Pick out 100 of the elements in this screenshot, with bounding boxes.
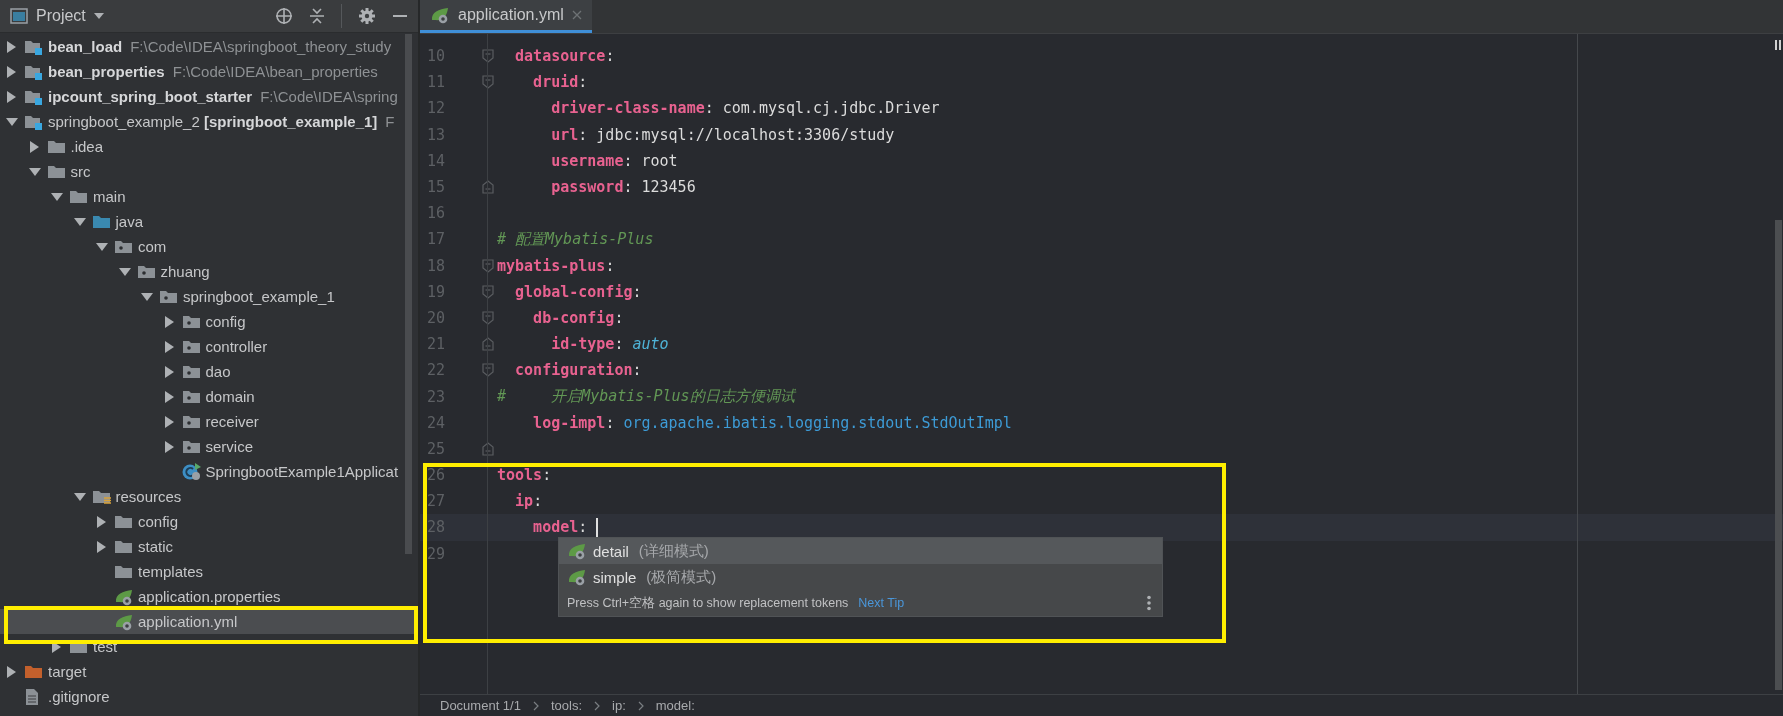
scrollbar-thumb[interactable] xyxy=(1775,220,1782,690)
fold-marker-icon[interactable] xyxy=(482,180,494,195)
project-view-selector[interactable]: Project xyxy=(10,7,104,25)
hint-text: Press Ctrl+空格 again to show replacement tokens xyxy=(567,594,849,612)
expanded-arrow-icon[interactable] xyxy=(118,265,131,278)
fold-marker-icon[interactable] xyxy=(482,310,494,325)
folder-icon xyxy=(69,188,89,205)
breadcrumb-item[interactable]: Document 1/1 xyxy=(440,698,521,713)
tree-item[interactable]: springboot_example_1 xyxy=(0,284,418,309)
collapse-all-icon[interactable] xyxy=(309,7,325,25)
module-folder-icon xyxy=(24,113,44,130)
resources-folder-icon xyxy=(91,488,112,505)
fold-marker-icon[interactable] xyxy=(482,441,494,456)
tree-item[interactable]: springboot_example_2 [springboot_example_1] F xyxy=(0,109,418,134)
tree-item[interactable]: target xyxy=(0,659,418,684)
code-line: id-type: auto xyxy=(550,335,669,354)
breadcrumb-item[interactable]: model: xyxy=(655,698,695,713)
editor-tab[interactable]: application.yml xyxy=(420,0,592,33)
tree-item[interactable]: main xyxy=(0,184,418,209)
folder-icon xyxy=(114,513,134,530)
collapsed-arrow-icon[interactable] xyxy=(6,90,18,103)
breadcrumb-item[interactable]: ip: xyxy=(612,698,626,713)
tree-item[interactable]: config xyxy=(0,309,418,334)
tree-item[interactable]: service xyxy=(0,434,418,459)
fold-marker-icon[interactable] xyxy=(482,49,494,64)
spring-leaf-icon xyxy=(567,542,587,560)
expanded-arrow-icon[interactable] xyxy=(96,240,108,253)
code-line: druid: xyxy=(532,73,588,92)
tree-item[interactable]: .idea xyxy=(0,134,418,159)
collapsed-arrow-icon[interactable] xyxy=(163,315,176,328)
module-folder-icon xyxy=(24,63,44,80)
code-line: url: jdbc:mysql://localhost:3306/study xyxy=(550,125,895,144)
tree-item[interactable]: .gitignore xyxy=(0,684,418,709)
expanded-arrow-icon[interactable] xyxy=(51,190,63,203)
tree-item[interactable]: application.properties xyxy=(0,584,418,609)
collapsed-arrow-icon[interactable] xyxy=(163,440,176,453)
folder-icon xyxy=(114,538,134,555)
expanded-arrow-icon[interactable] xyxy=(141,290,153,303)
collapsed-arrow-icon[interactable] xyxy=(163,390,176,403)
tree-item[interactable]: SpringbootExample1Applicat xyxy=(0,459,418,484)
tree-item[interactable]: bean_properties F:\Code\IDEA\bean_properties xyxy=(0,59,418,84)
completion-item[interactable]: simple (极简模式) xyxy=(559,564,1162,590)
chevron-icon xyxy=(637,700,644,711)
scrollbar-thumb[interactable] xyxy=(405,34,412,554)
code-line: configuration: xyxy=(514,361,642,380)
tree-item[interactable]: ipcount_spring_boot_starter F:\Code\IDEA\spring xyxy=(0,84,418,109)
code-line: tools: xyxy=(497,466,552,485)
reader-mode-icon[interactable] xyxy=(1775,40,1781,50)
tree-item[interactable]: com xyxy=(0,234,418,259)
collapsed-arrow-icon[interactable] xyxy=(163,415,176,428)
spring-leaf-icon xyxy=(114,612,134,631)
settings-icon[interactable] xyxy=(358,7,376,25)
code-line: password: 123456 xyxy=(550,178,696,197)
collapsed-arrow-icon[interactable] xyxy=(6,40,18,53)
tree-item[interactable]: resources xyxy=(0,484,418,509)
module-folder-icon xyxy=(24,88,44,105)
code-line: mybatis-plus: xyxy=(497,256,615,275)
fold-marker-icon[interactable] xyxy=(482,363,494,378)
fold-marker-icon[interactable] xyxy=(482,75,494,90)
tree-item[interactable]: test xyxy=(0,634,418,659)
tree-item[interactable]: zhuang xyxy=(0,259,418,284)
expanded-arrow-icon[interactable] xyxy=(6,115,18,128)
tree-item[interactable]: dao xyxy=(0,359,418,384)
tree-item[interactable]: static xyxy=(0,534,418,559)
tree-item[interactable]: receiver xyxy=(0,409,418,434)
tree-item[interactable]: src xyxy=(0,159,418,184)
breadcrumb-item[interactable]: tools: xyxy=(550,698,582,713)
collapsed-arrow-icon[interactable] xyxy=(6,65,18,78)
folder-icon xyxy=(46,138,67,155)
tree-item[interactable]: controller xyxy=(0,334,418,359)
tree-item[interactable]: config xyxy=(0,509,418,534)
package-folder-icon xyxy=(114,238,134,255)
module-folder-icon xyxy=(24,38,44,55)
folder-icon xyxy=(24,663,44,680)
package-folder-icon xyxy=(181,363,202,380)
collapsed-arrow-icon[interactable] xyxy=(6,665,18,678)
fold-marker-icon[interactable] xyxy=(482,337,494,352)
collapsed-arrow-icon[interactable] xyxy=(96,515,108,528)
collapsed-arrow-icon[interactable] xyxy=(96,540,108,553)
tree-item[interactable]: java xyxy=(0,209,418,234)
expanded-arrow-icon[interactable] xyxy=(73,490,86,503)
tree-item[interactable]: domain xyxy=(0,384,418,409)
completion-item[interactable]: detail (详细模式) xyxy=(559,538,1162,564)
collapsed-arrow-icon[interactable] xyxy=(28,140,41,153)
fold-marker-icon[interactable] xyxy=(482,258,494,273)
code-line: datasource: xyxy=(514,47,615,66)
crosshair-icon[interactable] xyxy=(275,7,293,25)
tree-item[interactable]: bean_load F:\Code\IDEA\springboot_theory_study xyxy=(0,34,418,59)
caret-icon xyxy=(93,13,104,19)
fold-marker-icon[interactable] xyxy=(482,284,494,299)
collapsed-arrow-icon[interactable] xyxy=(163,340,176,353)
package-folder-icon xyxy=(181,388,202,405)
code-line: log-impl: org.apache.ibatis.logging.stdout.StdOutImpl xyxy=(532,413,1012,432)
collapsed-arrow-icon[interactable] xyxy=(163,365,176,378)
tree-item[interactable]: templates xyxy=(0,559,418,584)
expanded-arrow-icon[interactable] xyxy=(73,215,86,228)
package-folder-icon xyxy=(181,413,202,430)
code-line: username: root xyxy=(550,151,678,170)
more-icon[interactable] xyxy=(1146,595,1152,611)
expanded-arrow-icon[interactable] xyxy=(28,165,41,178)
